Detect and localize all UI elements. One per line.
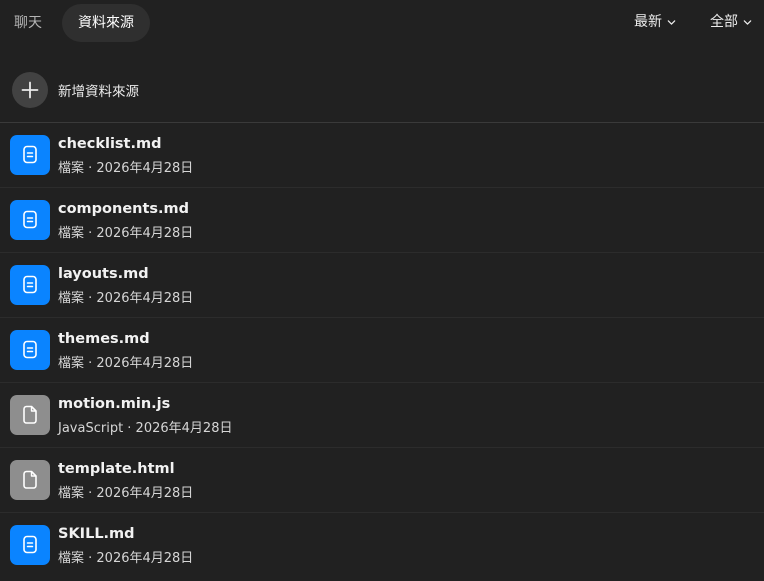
file-icon bbox=[10, 395, 50, 435]
source-list-item[interactable]: motion.min.js JavaScript · 2026年4月28日 bbox=[0, 383, 764, 448]
file-meta: 檔案 · 2026年4月28日 bbox=[58, 291, 194, 306]
file-meta: 檔案 · 2026年4月28日 bbox=[58, 161, 194, 176]
file-icon bbox=[10, 460, 50, 500]
chevron-down-icon bbox=[667, 19, 676, 25]
source-list-item[interactable]: SKILL.md 檔案 · 2026年4月28日 bbox=[0, 513, 764, 577]
file-meta: 檔案 · 2026年4月28日 bbox=[58, 551, 194, 566]
document-icon bbox=[10, 330, 50, 370]
add-source-label: 新增資料來源 bbox=[58, 84, 139, 100]
document-icon bbox=[10, 135, 50, 175]
type-filter-dropdown[interactable]: 全部 bbox=[710, 12, 752, 32]
file-meta: JavaScript · 2026年4月28日 bbox=[58, 421, 233, 436]
source-list-item[interactable]: themes.md 檔案 · 2026年4月28日 bbox=[0, 318, 764, 383]
file-name: template.html bbox=[58, 461, 175, 477]
source-list-item[interactable]: layouts.md 檔案 · 2026年4月28日 bbox=[0, 253, 764, 318]
file-meta: 檔案 · 2026年4月28日 bbox=[58, 356, 194, 371]
source-list-item[interactable]: checklist.md 檔案 · 2026年4月28日 bbox=[0, 123, 764, 188]
tab-chat[interactable]: 聊天 bbox=[0, 4, 56, 42]
source-list-item[interactable]: components.md 檔案 · 2026年4月28日 bbox=[0, 188, 764, 253]
file-name: motion.min.js bbox=[58, 396, 171, 412]
file-name: layouts.md bbox=[58, 266, 149, 282]
file-meta: 檔案 · 2026年4月28日 bbox=[58, 226, 194, 241]
type-filter-label: 全部 bbox=[710, 14, 738, 30]
document-icon bbox=[10, 265, 50, 305]
file-name: SKILL.md bbox=[58, 526, 135, 542]
sort-dropdown[interactable]: 最新 bbox=[634, 12, 676, 32]
document-icon bbox=[10, 525, 50, 565]
sort-dropdown-label: 最新 bbox=[634, 14, 662, 30]
plus-icon bbox=[12, 72, 48, 108]
source-list: checklist.md 檔案 · 2026年4月28日 components.md… bbox=[0, 123, 764, 577]
add-source-button[interactable]: 新增資料來源 bbox=[0, 66, 764, 114]
document-icon bbox=[10, 200, 50, 240]
top-bar: 聊天 資料來源 最新 全部 bbox=[0, 0, 764, 44]
file-name: checklist.md bbox=[58, 136, 162, 152]
file-meta: 檔案 · 2026年4月28日 bbox=[58, 486, 194, 501]
source-list-item[interactable]: template.html 檔案 · 2026年4月28日 bbox=[0, 448, 764, 513]
chevron-down-icon bbox=[743, 19, 752, 25]
file-name: themes.md bbox=[58, 331, 150, 347]
file-name: components.md bbox=[58, 201, 190, 217]
tab-sources[interactable]: 資料來源 bbox=[62, 4, 150, 42]
